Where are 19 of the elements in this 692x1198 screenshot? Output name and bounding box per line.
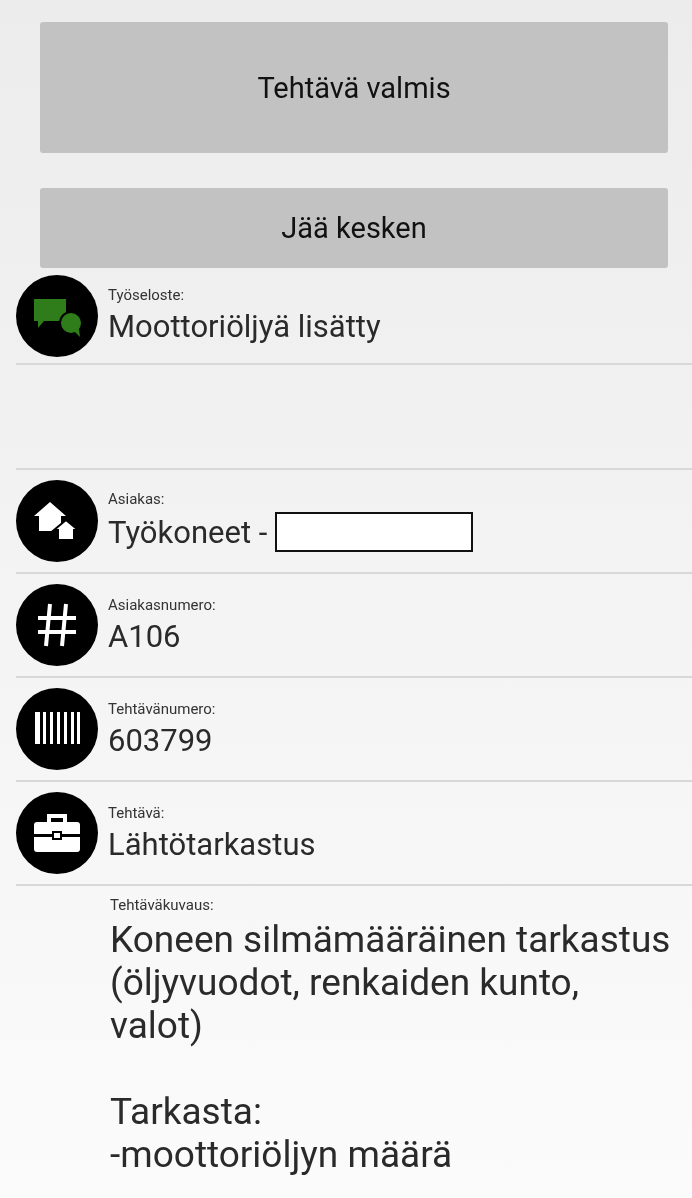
description-text: Koneen silmämääräinen tarkastus (öljyvuodot, renkaiden kunto, valot) Tarkasta: -moottoriöljyn määrä	[110, 918, 672, 1176]
field-value: Työkoneet -	[108, 513, 268, 551]
field-value: Lähtötarkastus	[108, 825, 316, 863]
field-label: Asiakas:	[108, 490, 166, 508]
chat-icon	[16, 274, 98, 357]
briefcase-icon	[16, 792, 98, 874]
action-button[interactable]: Tehtävä valmis	[40, 22, 668, 153]
field-label: Asiakasnumero:	[108, 595, 216, 614]
field-label: Työseloste:	[108, 286, 186, 304]
field-value: 603799	[108, 721, 213, 759]
field-label: Tehtävä:	[108, 803, 166, 822]
field-value: A106	[108, 617, 181, 655]
barcode-icon	[16, 688, 98, 770]
houses-icon	[16, 480, 98, 562]
action-button[interactable]: Jää kesken	[40, 188, 668, 268]
field-label: Tehtävänumero:	[108, 699, 216, 718]
field-label: Tehtäväkuvaus:	[110, 896, 215, 914]
field-value: Moottoriöljyä lisätty	[108, 308, 381, 345]
hash-icon	[16, 584, 98, 666]
